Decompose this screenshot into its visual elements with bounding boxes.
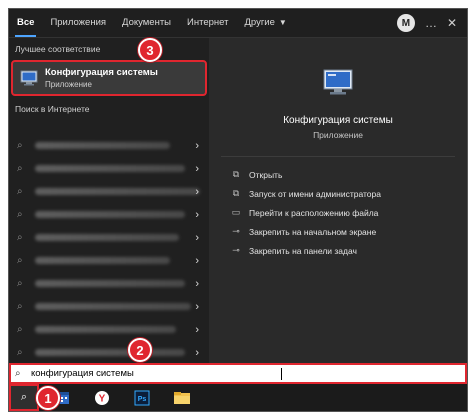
pin-icon: ⊸ (232, 245, 240, 255)
best-match-item[interactable]: Конфигурация системы Приложение (11, 60, 207, 96)
yandex-browser-button[interactable]: Y (85, 384, 119, 411)
web-result-row[interactable]: ⌕ › (9, 341, 209, 364)
tab-apps[interactable]: Приложения (42, 9, 114, 37)
chevron-right-icon: › (195, 277, 199, 290)
search-icon: ⌕ (17, 163, 23, 174)
search-input[interactable] (31, 368, 281, 379)
callout-3: 3 (138, 38, 162, 62)
taskbar-search-button[interactable]: ⌕ (9, 384, 39, 411)
search-icon: ⌕ (17, 324, 23, 335)
blurred-result-text (35, 234, 179, 241)
web-result-row[interactable]: ⌕ › (9, 295, 209, 318)
web-result-row[interactable]: ⌕ › (9, 226, 209, 249)
more-options-icon[interactable]: … (425, 17, 437, 29)
text-caret (281, 367, 282, 380)
web-result-row[interactable]: ⌕ › (9, 157, 209, 180)
blurred-result-text (35, 165, 185, 172)
web-results: ⌕ › ⌕ › ⌕ › ⌕ › ⌕ › ⌕ › ⌕ › ⌕ › ⌕ › ⌕ › (9, 134, 209, 364)
action-label: Закрепить на начальном экране (249, 226, 377, 237)
chevron-right-icon: › (195, 323, 199, 336)
search-tab-bar: Все Приложения Документы Интернет Другие… (9, 9, 467, 38)
chevron-right-icon: › (195, 139, 199, 152)
photoshop-button[interactable]: Ps (125, 384, 159, 411)
chevron-right-icon: › (195, 208, 199, 221)
chevron-right-icon: › (195, 254, 199, 267)
tab-more-label: Другие (244, 17, 275, 28)
search-icon: ⌕ (20, 391, 28, 403)
svg-text:Y: Y (99, 393, 106, 404)
photoshop-icon: Ps (134, 390, 150, 405)
svg-text:Ps: Ps (138, 396, 147, 403)
search-icon: ⌕ (15, 368, 21, 379)
blurred-result-text (35, 280, 185, 287)
blurred-result-text (35, 142, 170, 149)
action-open[interactable]: ⧉ Открыть (229, 165, 467, 184)
best-match-heading: Лучшее соответствие (15, 44, 101, 54)
blurred-result-text (35, 257, 170, 264)
admin-icon: ⧉ (232, 188, 240, 198)
search-icon: ⌕ (17, 186, 23, 197)
blurred-result-text (35, 188, 200, 195)
chevron-right-icon: › (195, 231, 199, 244)
search-box[interactable]: ⌕ (9, 363, 467, 384)
action-run-as-admin[interactable]: ⧉ Запуск от имени администратора (229, 184, 467, 203)
tab-documents[interactable]: Документы (114, 9, 179, 37)
chevron-right-icon: › (195, 300, 199, 313)
action-label: Открыть (249, 169, 283, 180)
yandex-icon: Y (95, 390, 109, 405)
file-explorer-button[interactable] (165, 384, 199, 411)
tab-all[interactable]: Все (9, 9, 42, 37)
folder-icon (174, 391, 190, 404)
web-result-row[interactable]: ⌕ › (9, 249, 209, 272)
web-result-row[interactable]: ⌕ › (9, 134, 209, 157)
preview-subtitle: Приложение (313, 130, 363, 140)
search-icon: ⌕ (17, 301, 23, 312)
chevron-down-icon: ▼ (278, 18, 287, 27)
blurred-result-text (35, 349, 185, 356)
results-list: Лучшее соответствие Конфигурация системы… (9, 38, 209, 363)
system-config-app-icon (20, 70, 38, 86)
search-icon: ⌕ (17, 209, 23, 220)
action-pin-start[interactable]: ⊸ Закрепить на начальном экране (229, 222, 467, 241)
web-search-heading: Поиск в Интернете (15, 104, 90, 114)
close-icon[interactable]: ✕ (447, 17, 457, 29)
action-open-file-location[interactable]: ▭ Перейти к расположению файла (229, 203, 467, 222)
preview-pane: Конфигурация системы Приложение ⧉ Открыт… (209, 38, 467, 363)
callout-1: 1 (36, 386, 60, 410)
search-icon: ⌕ (17, 140, 23, 151)
chevron-right-icon: › (195, 346, 199, 359)
folder-icon: ▭ (231, 207, 241, 217)
action-list: ⧉ Открыть ⧉ Запуск от имени администрато… (209, 157, 467, 260)
best-match-kind: Приложение (45, 80, 92, 89)
preview-title: Конфигурация системы (283, 115, 393, 126)
web-result-row[interactable]: ⌕ › (9, 318, 209, 341)
web-result-row[interactable]: ⌕ › (9, 272, 209, 295)
web-result-row[interactable]: ⌕ › (9, 203, 209, 226)
search-icon: ⌕ (17, 255, 23, 266)
search-icon: ⌕ (17, 278, 23, 289)
tab-web[interactable]: Интернет (179, 9, 236, 37)
blurred-result-text (35, 303, 191, 310)
chevron-right-icon: › (195, 185, 199, 198)
search-icon: ⌕ (17, 347, 23, 358)
action-label: Закрепить на панели задач (249, 245, 357, 256)
callout-2: 2 (128, 338, 152, 362)
action-label: Перейти к расположению файла (249, 207, 379, 218)
search-icon: ⌕ (17, 232, 23, 243)
start-search-window: Все Приложения Документы Интернет Другие… (8, 8, 468, 412)
tab-more[interactable]: Другие ▼ (236, 9, 294, 37)
pin-icon: ⊸ (232, 226, 240, 236)
web-result-row[interactable]: ⌕ › (9, 180, 209, 203)
taskbar: ⌕ Y Ps (9, 384, 467, 411)
open-icon: ⧉ (232, 169, 240, 179)
system-config-large-icon (323, 69, 353, 95)
avatar[interactable]: M (396, 14, 415, 32)
blurred-result-text (35, 326, 176, 333)
chevron-right-icon: › (195, 162, 199, 175)
header-actions: M … ✕ (396, 14, 467, 32)
action-pin-taskbar[interactable]: ⊸ Закрепить на панели задач (229, 241, 467, 260)
best-match-name: Конфигурация системы (45, 67, 158, 78)
blurred-result-text (35, 211, 185, 218)
action-label: Запуск от имени администратора (249, 188, 381, 199)
